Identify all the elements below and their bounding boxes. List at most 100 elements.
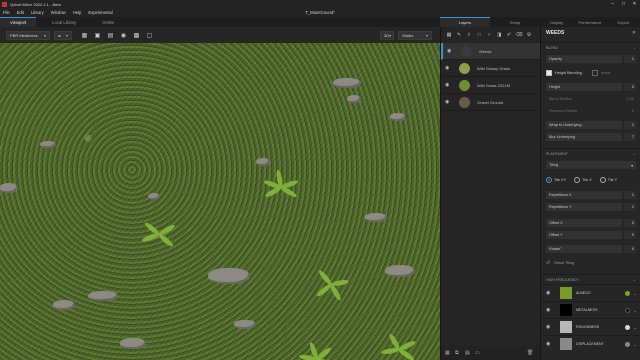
layer-row[interactable]: ◉ Wild Glossy Grass xyxy=(441,60,540,77)
close-icon[interactable]: ✕ xyxy=(632,30,636,36)
tile-y-radio[interactable] xyxy=(599,177,606,183)
chevron-down-icon[interactable]: ⌄ xyxy=(634,308,637,313)
placement-mode-dropdown[interactable]: Tiling ▾ xyxy=(546,161,636,169)
opacity-value[interactable]: 1 xyxy=(624,55,636,63)
layer-row[interactable]: ◉ Weeds xyxy=(441,43,540,60)
eye-icon[interactable]: ◉ xyxy=(546,307,554,313)
tab-online[interactable]: Online xyxy=(92,17,124,27)
menu-library[interactable]: Library xyxy=(31,10,44,15)
brush-icon[interactable]: ✐ xyxy=(505,32,513,38)
minimize-icon[interactable]: – xyxy=(607,1,618,7)
tab-export[interactable]: Export xyxy=(607,17,640,27)
channel-color-dot[interactable] xyxy=(624,341,630,347)
preserve-details-value[interactable]: 0 xyxy=(624,107,636,115)
channel-row[interactable]: ◉ ROUGHNESS ⌄ xyxy=(541,318,640,335)
section-blend[interactable]: BLEND ⌄ xyxy=(541,42,640,52)
eye-icon[interactable]: ◉ xyxy=(546,290,554,296)
viewport-canvas[interactable] xyxy=(0,43,440,360)
tab-viewport[interactable]: Viewport xyxy=(0,17,37,27)
repetitions-x-value[interactable]: 1 xyxy=(624,191,636,199)
eye-icon[interactable]: ◉ xyxy=(445,82,453,88)
reset-tiling-button[interactable]: ↺ Reset Tiling xyxy=(546,260,574,266)
chevron-down-icon[interactable]: ⌄ xyxy=(634,342,637,347)
new-layer-icon[interactable]: ▦ xyxy=(445,350,454,356)
layer-row[interactable]: ◉ Wild Grass 2021M xyxy=(441,77,540,94)
view-mode-value: PBR Metalness xyxy=(10,32,38,38)
chevron-down-icon[interactable]: ⌄ xyxy=(634,325,637,330)
tile-x-radio[interactable] xyxy=(574,177,581,183)
channel-name: METALNESS xyxy=(576,308,598,312)
menu-file[interactable]: File xyxy=(3,10,10,15)
albedo-swatch[interactable] xyxy=(560,287,572,299)
eye-icon[interactable]: ◉ xyxy=(445,65,453,71)
channel-row[interactable]: ◉ METALNESS ⌄ xyxy=(541,301,640,318)
environment-dropdown[interactable]: Studio ▾ xyxy=(398,30,432,40)
drop-icon[interactable]: ◊ xyxy=(465,32,473,38)
circle-icon[interactable]: ○ xyxy=(485,32,493,38)
tab-layers[interactable]: Layers xyxy=(440,17,490,27)
paint-icon[interactable]: ✎ xyxy=(455,32,463,38)
repetitions-y-value[interactable]: 1 xyxy=(624,203,636,211)
placement-mode-row: Tiling ▾ xyxy=(541,160,640,170)
menu-experimental[interactable]: Experimental xyxy=(88,10,112,15)
view-mode-dropdown[interactable]: PBR Metalness ▾ xyxy=(6,30,50,40)
invert-checkbox[interactable] xyxy=(591,70,598,76)
rotate-value[interactable]: 0 xyxy=(624,245,636,253)
layer-add-icon[interactable]: ▦ xyxy=(445,32,453,38)
offset-y-value[interactable]: 0 xyxy=(624,231,636,239)
offset-x-row: Offset X 0 xyxy=(541,218,640,228)
maximize-icon[interactable]: □ xyxy=(618,1,629,7)
displacement-swatch[interactable] xyxy=(560,338,572,350)
roughness-swatch[interactable] xyxy=(560,321,572,333)
menu-help[interactable]: Help xyxy=(73,10,82,15)
tab-display[interactable]: Display xyxy=(540,17,573,27)
group-icon[interactable]: ▤ xyxy=(465,350,474,356)
table-icon[interactable]: ▤ xyxy=(106,31,115,40)
layer-row[interactable]: ◉ Gravel Ground xyxy=(441,94,540,111)
height-blending-checkbox[interactable] xyxy=(546,70,552,76)
solid-icon[interactable]: □ xyxy=(475,32,483,38)
offset-x-value[interactable]: 0 xyxy=(624,219,636,227)
mask-icon[interactable]: ◨ xyxy=(495,32,503,38)
section-placement[interactable]: PLACEMENT ⌄ xyxy=(541,148,640,158)
grid-icon[interactable]: ▦ xyxy=(80,31,89,40)
wrap-value[interactable]: 1 xyxy=(624,121,636,129)
rock xyxy=(333,78,361,88)
close-icon[interactable]: ✕ xyxy=(629,1,640,7)
eye-icon[interactable]: ◉ xyxy=(447,48,455,54)
eye-icon[interactable]: ◉ xyxy=(546,341,554,347)
tab-setup[interactable]: Setup xyxy=(490,17,540,27)
eye-icon[interactable]: ◉ xyxy=(546,324,554,330)
dimension-dropdown[interactable]: 3D ▾ xyxy=(380,30,394,40)
eraser-icon[interactable]: ⌫ xyxy=(515,32,523,38)
tiles-icon[interactable]: ▩ xyxy=(132,31,141,40)
eye-icon[interactable]: ◉ xyxy=(445,99,453,105)
settings-icon[interactable]: ⚙ xyxy=(525,32,533,38)
channel-row[interactable]: ◉ ALBEDO ⌄ xyxy=(541,284,640,301)
tab-performance[interactable]: Performance xyxy=(573,17,606,27)
section-high-frequency[interactable]: HIGH FREQUENCY ⌄ xyxy=(541,274,640,284)
rock xyxy=(88,291,118,301)
folder-icon[interactable]: ▭ xyxy=(475,350,484,356)
blend-radius-value[interactable]: 0.50 xyxy=(624,95,636,103)
tab-local-library[interactable]: Local Library xyxy=(42,17,86,27)
chevron-down-icon[interactable]: ⌄ xyxy=(634,291,637,296)
channel-color-dot[interactable] xyxy=(624,290,630,296)
metalness-swatch[interactable] xyxy=(560,304,572,316)
channel-color-dot[interactable] xyxy=(624,307,630,313)
blur-label: Blur Underlying xyxy=(546,133,622,141)
menu-edit[interactable]: Edit xyxy=(17,10,24,15)
focus-icon[interactable]: ◉ xyxy=(119,31,128,40)
layout-icon[interactable]: ▢ xyxy=(145,31,154,40)
tile-xy-radio[interactable] xyxy=(546,177,552,183)
rock xyxy=(234,320,256,329)
duplicate-icon[interactable]: ⧉ xyxy=(455,350,464,356)
blur-value[interactable]: 7 xyxy=(624,133,636,141)
channel-row[interactable]: ◉ DISPLACEMENT ⌄ xyxy=(541,335,640,352)
image-icon[interactable]: ▣ xyxy=(93,31,102,40)
height-value[interactable]: 0 xyxy=(624,83,636,91)
menu-window[interactable]: Window xyxy=(51,10,66,15)
channel-color-dot[interactable] xyxy=(624,324,630,330)
delete-icon[interactable]: 🗑 xyxy=(527,350,536,356)
mesh-dropdown[interactable]: ⏢ ▾ xyxy=(54,30,72,40)
